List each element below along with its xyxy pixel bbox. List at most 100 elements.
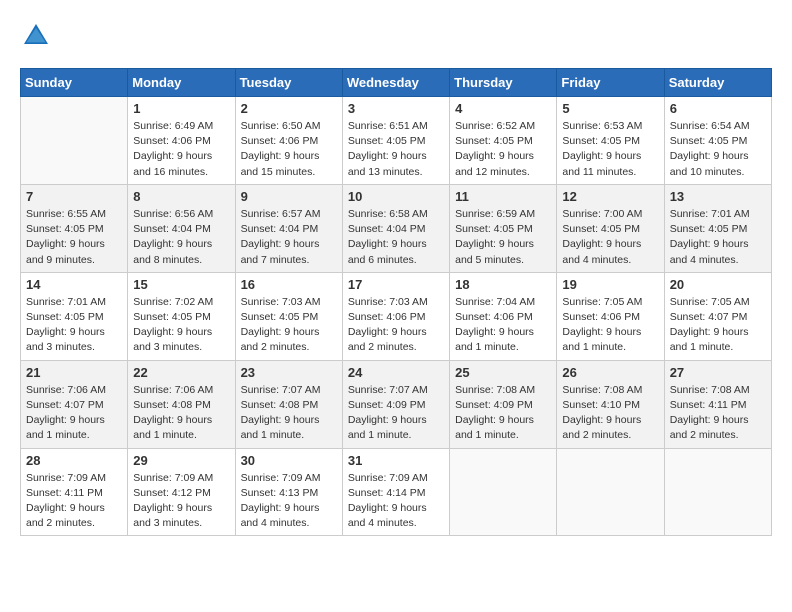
day-info: Sunrise: 7:06 AM Sunset: 4:08 PM Dayligh… <box>133 383 229 444</box>
calendar-cell: 22 Sunrise: 7:06 AM Sunset: 4:08 PM Dayli… <box>128 360 235 448</box>
day-info: Sunrise: 7:09 AM Sunset: 4:12 PM Dayligh… <box>133 471 229 532</box>
calendar-week-row: 7Sunrise: 6:55 AM Sunset: 4:05 PM Daylig… <box>21 184 772 272</box>
day-info: Sunrise: 6:54 AM Sunset: 4:05 PM Dayligh… <box>670 119 766 180</box>
calendar-cell: 20Sunrise: 7:05 AM Sunset: 4:07 PM Dayli… <box>664 272 771 360</box>
day-info: Sunrise: 6:49 AM Sunset: 4:06 PM Dayligh… <box>133 119 229 180</box>
calendar-cell: 27 Sunrise: 7:08 AM Sunset: 4:11 PM Dayli… <box>664 360 771 448</box>
calendar-cell: 23 Sunrise: 7:07 AM Sunset: 4:08 PM Dayli… <box>235 360 342 448</box>
day-info: Sunrise: 7:05 AM Sunset: 4:07 PM Dayligh… <box>670 295 766 356</box>
calendar-cell <box>21 97 128 185</box>
page-header <box>20 20 772 52</box>
day-number: 17 <box>348 277 444 292</box>
day-info: Sunrise: 7:00 AM Sunset: 4:05 PM Dayligh… <box>562 207 658 268</box>
day-info: Sunrise: 7:09 AM Sunset: 4:11 PM Dayligh… <box>26 471 122 532</box>
calendar-cell: 2 Sunrise: 6:50 AM Sunset: 4:06 PM Daylig… <box>235 97 342 185</box>
day-info: Sunrise: 7:08 AM Sunset: 4:11 PM Dayligh… <box>670 383 766 444</box>
day-number: 4 <box>455 101 551 116</box>
calendar-cell: 7Sunrise: 6:55 AM Sunset: 4:05 PM Daylig… <box>21 184 128 272</box>
day-number: 30 <box>241 453 337 468</box>
day-number: 23 <box>241 365 337 380</box>
calendar-cell <box>450 448 557 536</box>
calendar-cell: 21Sunrise: 7:06 AM Sunset: 4:07 PM Dayli… <box>21 360 128 448</box>
calendar-cell: 8 Sunrise: 6:56 AM Sunset: 4:04 PM Daylig… <box>128 184 235 272</box>
calendar-cell: 31 Sunrise: 7:09 AM Sunset: 4:14 PM Dayli… <box>342 448 449 536</box>
day-info: Sunrise: 6:52 AM Sunset: 4:05 PM Dayligh… <box>455 119 551 180</box>
day-number: 10 <box>348 189 444 204</box>
day-number: 6 <box>670 101 766 116</box>
day-number: 29 <box>133 453 229 468</box>
day-number: 22 <box>133 365 229 380</box>
day-info: Sunrise: 6:56 AM Sunset: 4:04 PM Dayligh… <box>133 207 229 268</box>
day-number: 28 <box>26 453 122 468</box>
day-number: 11 <box>455 189 551 204</box>
calendar-cell: 19 Sunrise: 7:05 AM Sunset: 4:06 PM Dayli… <box>557 272 664 360</box>
calendar-cell: 28 Sunrise: 7:09 AM Sunset: 4:11 PM Dayli… <box>21 448 128 536</box>
calendar-day-header: Sunday <box>21 69 128 97</box>
calendar-cell <box>664 448 771 536</box>
day-info: Sunrise: 7:08 AM Sunset: 4:09 PM Dayligh… <box>455 383 551 444</box>
day-number: 12 <box>562 189 658 204</box>
day-number: 7 <box>26 189 122 204</box>
day-info: Sunrise: 6:51 AM Sunset: 4:05 PM Dayligh… <box>348 119 444 180</box>
day-info: Sunrise: 6:50 AM Sunset: 4:06 PM Dayligh… <box>241 119 337 180</box>
calendar-day-header: Wednesday <box>342 69 449 97</box>
day-info: Sunrise: 6:57 AM Sunset: 4:04 PM Dayligh… <box>241 207 337 268</box>
calendar-cell <box>557 448 664 536</box>
calendar-cell: 12 Sunrise: 7:00 AM Sunset: 4:05 PM Dayli… <box>557 184 664 272</box>
calendar-cell: 17 Sunrise: 7:03 AM Sunset: 4:06 PM Dayli… <box>342 272 449 360</box>
day-number: 15 <box>133 277 229 292</box>
calendar-cell: 3 Sunrise: 6:51 AM Sunset: 4:05 PM Daylig… <box>342 97 449 185</box>
calendar-cell: 13 Sunrise: 7:01 AM Sunset: 4:05 PM Dayli… <box>664 184 771 272</box>
day-info: Sunrise: 7:03 AM Sunset: 4:06 PM Dayligh… <box>348 295 444 356</box>
calendar-cell: 30 Sunrise: 7:09 AM Sunset: 4:13 PM Dayli… <box>235 448 342 536</box>
calendar-cell: 6 Sunrise: 6:54 AM Sunset: 4:05 PM Daylig… <box>664 97 771 185</box>
day-number: 3 <box>348 101 444 116</box>
day-info: Sunrise: 6:58 AM Sunset: 4:04 PM Dayligh… <box>348 207 444 268</box>
calendar-week-row: 14 Sunrise: 7:01 AM Sunset: 4:05 PM Dayli… <box>21 272 772 360</box>
day-number: 31 <box>348 453 444 468</box>
day-number: 26 <box>562 365 658 380</box>
day-info: Sunrise: 6:53 AM Sunset: 4:05 PM Dayligh… <box>562 119 658 180</box>
calendar-cell: 16 Sunrise: 7:03 AM Sunset: 4:05 PM Dayli… <box>235 272 342 360</box>
calendar-week-row: 1 Sunrise: 6:49 AM Sunset: 4:06 PM Daylig… <box>21 97 772 185</box>
day-info: Sunrise: 6:59 AM Sunset: 4:05 PM Dayligh… <box>455 207 551 268</box>
day-info: Sunrise: 7:09 AM Sunset: 4:13 PM Dayligh… <box>241 471 337 532</box>
day-number: 27 <box>670 365 766 380</box>
day-info: Sunrise: 7:07 AM Sunset: 4:08 PM Dayligh… <box>241 383 337 444</box>
calendar-day-header: Tuesday <box>235 69 342 97</box>
day-number: 8 <box>133 189 229 204</box>
calendar-table: SundayMondayTuesdayWednesdayThursdayFrid… <box>20 68 772 536</box>
day-info: Sunrise: 7:01 AM Sunset: 4:05 PM Dayligh… <box>26 295 122 356</box>
day-info: Sunrise: 7:01 AM Sunset: 4:05 PM Dayligh… <box>670 207 766 268</box>
calendar-cell: 26 Sunrise: 7:08 AM Sunset: 4:10 PM Dayli… <box>557 360 664 448</box>
day-info: Sunrise: 7:08 AM Sunset: 4:10 PM Dayligh… <box>562 383 658 444</box>
day-number: 14 <box>26 277 122 292</box>
calendar-cell: 4 Sunrise: 6:52 AM Sunset: 4:05 PM Daylig… <box>450 97 557 185</box>
day-number: 25 <box>455 365 551 380</box>
day-info: Sunrise: 7:07 AM Sunset: 4:09 PM Dayligh… <box>348 383 444 444</box>
day-number: 1 <box>133 101 229 116</box>
calendar-cell: 11 Sunrise: 6:59 AM Sunset: 4:05 PM Dayli… <box>450 184 557 272</box>
day-info: Sunrise: 7:02 AM Sunset: 4:05 PM Dayligh… <box>133 295 229 356</box>
day-number: 2 <box>241 101 337 116</box>
calendar-cell: 24Sunrise: 7:07 AM Sunset: 4:09 PM Dayli… <box>342 360 449 448</box>
day-number: 13 <box>670 189 766 204</box>
day-info: Sunrise: 7:06 AM Sunset: 4:07 PM Dayligh… <box>26 383 122 444</box>
calendar-week-row: 28 Sunrise: 7:09 AM Sunset: 4:11 PM Dayli… <box>21 448 772 536</box>
day-info: Sunrise: 7:03 AM Sunset: 4:05 PM Dayligh… <box>241 295 337 356</box>
day-number: 18 <box>455 277 551 292</box>
day-number: 19 <box>562 277 658 292</box>
calendar-cell: 29 Sunrise: 7:09 AM Sunset: 4:12 PM Dayli… <box>128 448 235 536</box>
day-info: Sunrise: 7:04 AM Sunset: 4:06 PM Dayligh… <box>455 295 551 356</box>
day-number: 16 <box>241 277 337 292</box>
logo-icon <box>20 20 52 52</box>
calendar-cell: 15 Sunrise: 7:02 AM Sunset: 4:05 PM Dayli… <box>128 272 235 360</box>
calendar-cell: 14 Sunrise: 7:01 AM Sunset: 4:05 PM Dayli… <box>21 272 128 360</box>
day-info: Sunrise: 7:09 AM Sunset: 4:14 PM Dayligh… <box>348 471 444 532</box>
logo <box>20 20 58 52</box>
calendar-cell: 9Sunrise: 6:57 AM Sunset: 4:04 PM Daylig… <box>235 184 342 272</box>
day-info: Sunrise: 7:05 AM Sunset: 4:06 PM Dayligh… <box>562 295 658 356</box>
day-number: 5 <box>562 101 658 116</box>
calendar-cell: 1 Sunrise: 6:49 AM Sunset: 4:06 PM Daylig… <box>128 97 235 185</box>
calendar-week-row: 21Sunrise: 7:06 AM Sunset: 4:07 PM Dayli… <box>21 360 772 448</box>
